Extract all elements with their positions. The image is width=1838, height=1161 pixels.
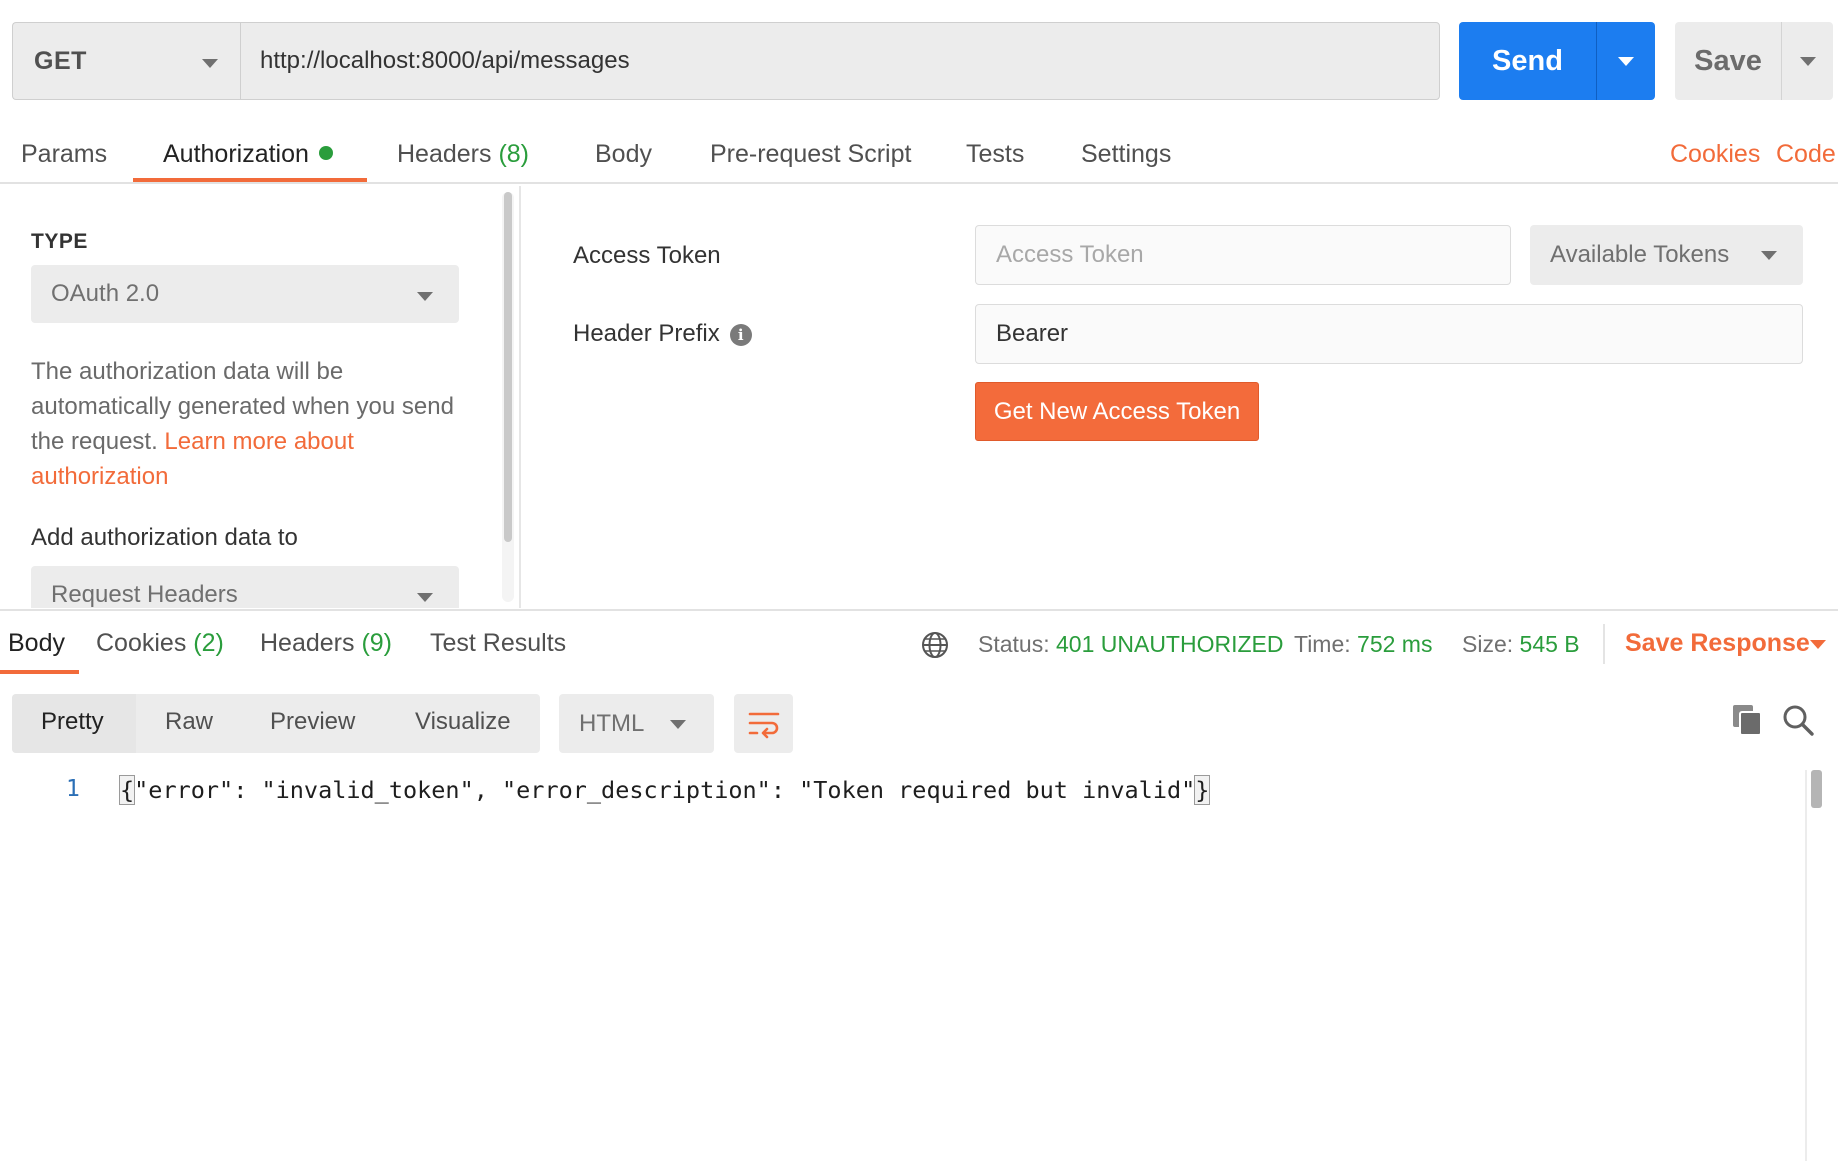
chevron-down-icon[interactable] — [1810, 640, 1826, 649]
response-divider[interactable] — [0, 609, 1838, 611]
add-auth-to-value: Request Headers — [51, 581, 238, 608]
code-body: "error": "invalid_token", "error_descrip… — [134, 776, 1196, 804]
wrap-lines-button[interactable] — [734, 694, 793, 753]
response-tab-cookies-count: (2) — [193, 629, 224, 657]
available-tokens-label: Available Tokens — [1550, 241, 1730, 268]
tab-headers-count: (8) — [498, 140, 530, 168]
view-visualize-button[interactable]: Visualize — [415, 708, 511, 736]
response-tab-headers-label: Headers — [260, 629, 355, 657]
send-button[interactable]: Send — [1459, 22, 1596, 100]
response-tab-headers-count: (9) — [361, 629, 393, 657]
copy-icon[interactable] — [1731, 703, 1763, 737]
chevron-down-icon — [417, 292, 433, 301]
add-auth-to-select[interactable]: Request Headers — [31, 566, 459, 608]
response-tab-test-results[interactable]: Test Results — [430, 629, 566, 658]
response-tab-cookies[interactable]: Cookies (2) — [96, 629, 224, 658]
save-response-button[interactable]: Save Response — [1625, 629, 1810, 658]
header-prefix-label-group: Header Prefix i — [573, 320, 752, 348]
auth-description: The authorization data will be automatic… — [31, 354, 471, 494]
view-pretty-button[interactable]: Pretty — [41, 708, 104, 736]
response-active-tab-underline — [0, 670, 79, 674]
wrap-lines-icon — [748, 712, 779, 738]
chevron-down-icon — [1618, 57, 1634, 66]
chevron-down-icon — [670, 720, 686, 729]
save-options-button[interactable] — [1781, 22, 1833, 100]
header-prefix-input[interactable]: Bearer — [975, 304, 1803, 364]
view-preview-button[interactable]: Preview — [270, 708, 355, 736]
access-token-input[interactable]: Access Token — [975, 225, 1511, 285]
tab-headers-label: Headers — [397, 140, 492, 168]
method-label: GET — [34, 46, 87, 75]
tab-headers[interactable]: Headers (8) — [397, 140, 529, 169]
tab-authorization[interactable]: Authorization — [163, 140, 333, 169]
status-value: 401 UNAUTHORIZED — [1056, 631, 1284, 657]
tab-prerequest-script[interactable]: Pre-request Script — [710, 140, 911, 169]
active-tab-underline — [133, 178, 367, 182]
tab-tests[interactable]: Tests — [966, 140, 1024, 169]
chevron-down-icon — [1800, 57, 1816, 66]
save-button[interactable]: Save — [1675, 22, 1781, 100]
response-format-value: HTML — [579, 709, 645, 737]
search-icon[interactable] — [1781, 703, 1815, 737]
header-prefix-label: Header Prefix — [573, 320, 720, 347]
editor-scrollbar[interactable] — [1805, 770, 1807, 1161]
tab-settings[interactable]: Settings — [1081, 140, 1171, 169]
panel-scrollbar-thumb[interactable] — [504, 192, 512, 542]
editor-scrollbar-thumb[interactable] — [1811, 770, 1822, 808]
size-meta: Size: 545 B — [1462, 631, 1580, 658]
view-raw-button[interactable]: Raw — [165, 708, 213, 736]
meta-divider — [1603, 624, 1605, 664]
auth-type-panel: TYPE OAuth 2.0 The authorization data wi… — [0, 186, 521, 608]
time-label: Time: — [1294, 631, 1351, 657]
status-meta: Status: 401 UNAUTHORIZED — [978, 631, 1283, 658]
time-value: 752 ms — [1357, 631, 1433, 657]
method-select[interactable]: GET — [12, 22, 240, 100]
response-format-select[interactable]: HTML — [559, 694, 714, 753]
chevron-down-icon — [202, 59, 218, 68]
header-prefix-value: Bearer — [996, 320, 1069, 347]
line-number: 1 — [66, 776, 80, 802]
tab-body[interactable]: Body — [595, 140, 652, 169]
access-token-label: Access Token — [573, 242, 721, 269]
response-tab-body[interactable]: Body — [8, 629, 65, 658]
active-indicator-dot — [318, 146, 333, 160]
add-auth-to-label: Add authorization data to — [31, 524, 298, 551]
url-input[interactable]: http://localhost:8000/api/messages — [240, 22, 1440, 100]
info-icon[interactable]: i — [729, 324, 752, 346]
status-label: Status: — [978, 631, 1050, 657]
size-label: Size: — [1462, 631, 1514, 657]
get-new-access-token-button[interactable]: Get New Access Token — [975, 382, 1259, 441]
auth-type-value: OAuth 2.0 — [51, 280, 160, 307]
response-code-line[interactable]: {"error": "invalid_token", "error_descri… — [118, 775, 1211, 805]
response-tab-headers[interactable]: Headers (9) — [260, 629, 392, 658]
chevron-down-icon — [1761, 251, 1777, 260]
chevron-down-icon — [417, 593, 433, 602]
time-meta: Time: 752 ms — [1294, 631, 1432, 658]
send-options-button[interactable] — [1596, 22, 1655, 100]
cookies-link[interactable]: Cookies — [1670, 140, 1760, 169]
response-view-mode-group: Pretty Raw Preview Visualize — [12, 694, 540, 753]
tab-params[interactable]: Params — [21, 140, 107, 169]
type-label: TYPE — [31, 230, 88, 253]
tab-authorization-label: Authorization — [163, 140, 309, 168]
globe-icon[interactable] — [921, 631, 949, 659]
auth-type-select[interactable]: OAuth 2.0 — [31, 265, 459, 323]
code-open-brace: { — [118, 775, 136, 805]
code-link[interactable]: Code — [1776, 140, 1836, 169]
access-token-placeholder: Access Token — [996, 241, 1144, 268]
size-value: 545 B — [1519, 631, 1580, 657]
code-close-brace: } — [1194, 775, 1211, 805]
response-body-editor[interactable] — [0, 770, 1805, 1161]
response-tab-cookies-label: Cookies — [96, 629, 187, 657]
available-tokens-select[interactable]: Available Tokens — [1530, 225, 1803, 285]
url-text: http://localhost:8000/api/messages — [260, 47, 630, 74]
request-tabs: Params Authorization Headers (8) Body Pr… — [0, 132, 1838, 184]
